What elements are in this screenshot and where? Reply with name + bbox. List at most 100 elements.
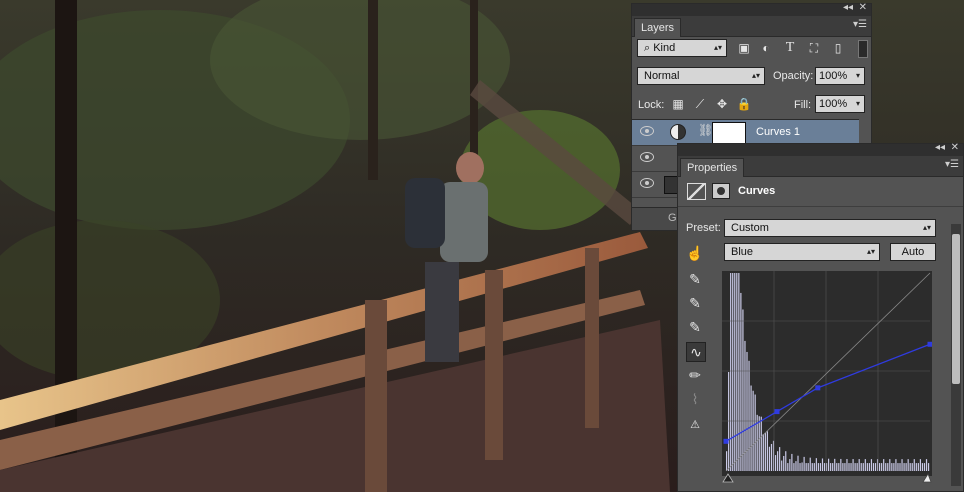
histogram-bar — [770, 443, 773, 471]
histogram-bar — [870, 459, 873, 471]
curve-control-point[interactable] — [815, 385, 821, 391]
auto-button[interactable]: Auto — [890, 243, 936, 261]
histogram-bar — [901, 459, 903, 471]
white-input-slider[interactable] — [922, 473, 932, 483]
histogram-bar — [795, 461, 797, 471]
gray-point-eyedropper-icon[interactable]: ✎ — [686, 294, 704, 312]
histogram-bar — [742, 309, 744, 471]
histogram-bar — [817, 463, 819, 471]
properties-scrollbar[interactable] — [951, 224, 961, 486]
layer-mask-icon[interactable] — [712, 183, 730, 199]
opacity-input[interactable]: 100% ▾ — [815, 67, 865, 85]
histogram-bar — [785, 451, 787, 471]
histogram-bar — [858, 459, 860, 471]
histogram-bar — [917, 463, 919, 471]
histogram-bar — [752, 390, 754, 471]
smooth-curve-icon[interactable]: ⌇ — [686, 390, 704, 408]
adjustment-layer-icon — [670, 124, 686, 140]
histogram-bar — [891, 463, 893, 471]
channel-select[interactable]: Blue ▴▾ — [724, 243, 880, 261]
histogram-bar — [887, 463, 889, 471]
histogram-bar — [899, 463, 901, 471]
histogram-bar — [732, 273, 734, 471]
histogram-bar — [774, 455, 777, 471]
fill-input[interactable]: 100% ▾ — [815, 95, 865, 113]
link-chain-icon[interactable]: ⛓ — [698, 123, 713, 137]
histogram-bar — [927, 463, 930, 471]
filter-adjustment-icon[interactable]: ◐ — [758, 41, 774, 55]
histogram-bar — [738, 273, 740, 471]
panel-menu-icon[interactable]: ▾☰ — [853, 19, 867, 30]
histogram-bar — [874, 463, 877, 471]
filter-kind-label: Kind — [653, 42, 676, 54]
histogram-bar — [750, 385, 752, 471]
chevron-down-icon[interactable]: ▾ — [856, 96, 860, 112]
filter-shape-icon[interactable]: ⛶ — [806, 41, 822, 56]
blend-mode-select[interactable]: Normal ▴▾ — [637, 67, 765, 85]
opacity-label: Opacity: — [773, 70, 814, 82]
filter-toggle[interactable] — [858, 40, 868, 58]
histogram-bar — [895, 459, 897, 471]
histogram-bar — [815, 458, 817, 471]
black-input-slider[interactable] — [722, 473, 734, 483]
chevron-down-icon[interactable]: ▾ — [856, 68, 860, 84]
layer-filter-select[interactable]: ⌕ Kind ▴▾ — [637, 39, 727, 57]
histogram-bar — [879, 463, 881, 471]
curves-adjustment-icon[interactable] — [687, 183, 706, 200]
filter-smartobject-icon[interactable]: ▯ — [830, 41, 846, 55]
histogram-bar — [762, 434, 764, 471]
histogram-bar — [854, 463, 856, 471]
histogram-bar — [838, 463, 840, 471]
lock-transparency-icon[interactable]: ▦ — [670, 97, 686, 111]
curve-edit-icon[interactable]: ∿ — [686, 342, 706, 362]
on-image-adjust-icon[interactable]: ☝ — [686, 244, 704, 262]
histogram-bar — [758, 416, 760, 471]
histogram-bar — [907, 459, 909, 471]
histogram-bar — [850, 463, 852, 471]
scrollbar-thumb[interactable] — [952, 234, 960, 384]
histogram-bar — [736, 273, 738, 471]
curve-control-point[interactable] — [774, 409, 780, 415]
preset-label: Preset: — [686, 222, 721, 234]
filter-pixel-icon[interactable]: ▣ — [736, 41, 752, 55]
lock-all-icon[interactable]: 🔒 — [736, 97, 752, 111]
layer-mask-thumbnail[interactable] — [712, 122, 746, 144]
histogram-bar — [897, 463, 899, 471]
histogram-bar — [846, 459, 848, 471]
black-point-eyedropper-icon[interactable]: ✎ — [686, 270, 704, 288]
lock-move-icon[interactable]: ✥ — [714, 97, 730, 111]
histogram-bar — [915, 463, 917, 471]
close-icon[interactable]: ✕ — [859, 2, 867, 13]
visibility-eye-icon[interactable] — [640, 152, 654, 162]
close-icon[interactable]: ✕ — [951, 142, 959, 153]
visibility-eye-icon[interactable] — [640, 126, 654, 136]
histogram-bar — [779, 447, 781, 471]
properties-tabbar: Properties ▾☰ — [678, 156, 963, 177]
curve-control-point[interactable] — [723, 438, 729, 444]
histogram-bar — [919, 459, 921, 471]
lock-brush-icon[interactable]: ⟋ — [692, 97, 708, 112]
clipping-warning-icon[interactable]: ⚠ — [686, 416, 704, 434]
curve-control-point[interactable] — [927, 341, 933, 347]
histogram-bar — [734, 273, 736, 471]
filter-type-icon[interactable]: T — [782, 40, 798, 56]
pencil-draw-icon[interactable]: ✏ — [686, 366, 704, 384]
histogram-bar — [799, 463, 801, 471]
curves-graph[interactable] — [722, 271, 932, 476]
collapse-icon[interactable]: ◂◂ — [935, 142, 945, 153]
collapse-icon[interactable]: ◂◂ — [843, 2, 853, 13]
opacity-value: 100% — [819, 70, 848, 82]
lock-label: Lock: — [638, 99, 665, 111]
layer-name: Curves 1 — [756, 126, 801, 138]
visibility-eye-icon[interactable] — [640, 178, 654, 188]
tab-properties[interactable]: Properties — [680, 158, 745, 177]
histogram-bar — [728, 372, 730, 471]
white-point-eyedropper-icon[interactable]: ✎ — [686, 318, 704, 336]
histogram-bar — [821, 458, 824, 471]
histogram-bar — [911, 463, 913, 471]
histogram-bar — [803, 456, 805, 471]
panel-menu-icon[interactable]: ▾☰ — [945, 159, 959, 170]
tab-layers[interactable]: Layers — [634, 18, 682, 37]
histogram-bar — [777, 451, 779, 471]
preset-select[interactable]: Custom ▴▾ — [724, 219, 936, 237]
